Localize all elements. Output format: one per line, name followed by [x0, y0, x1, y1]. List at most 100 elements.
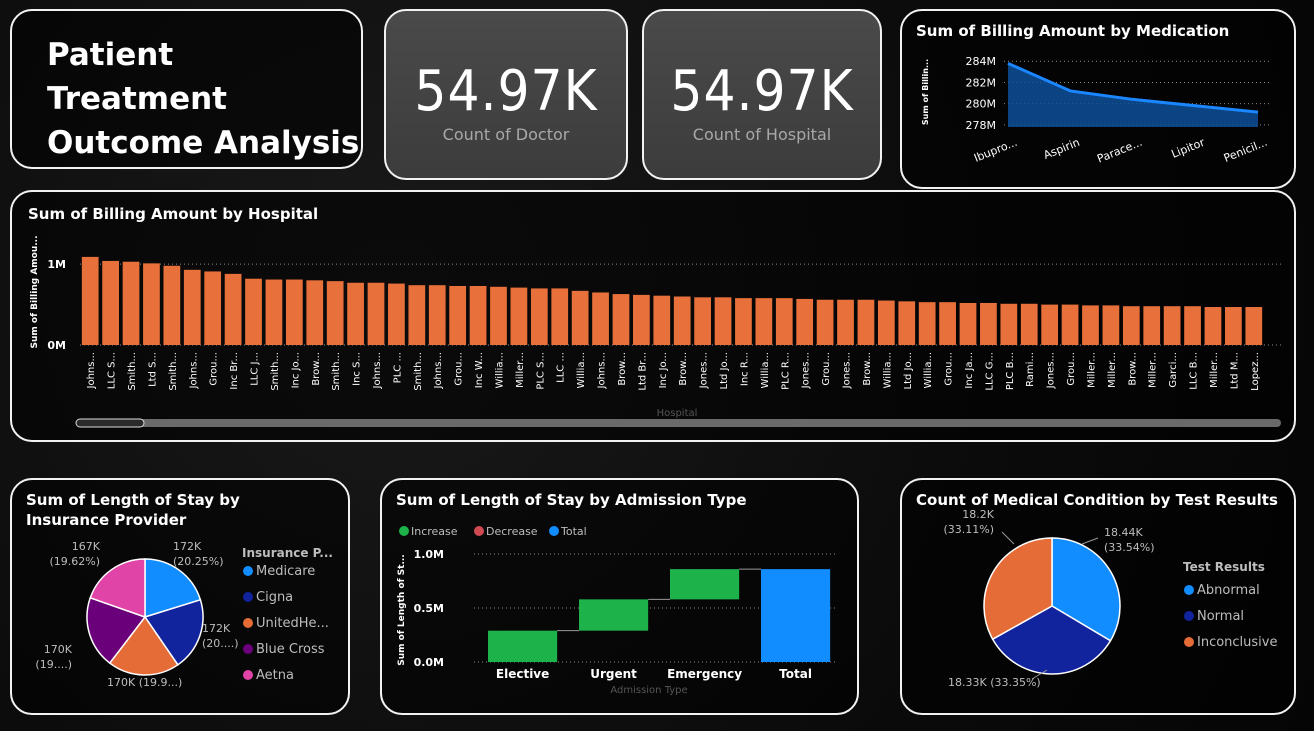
testresults-legend-label: Inconclusive	[1197, 635, 1278, 650]
hospital-xtick-label: LLC S...	[107, 352, 118, 389]
testresults-chart-card[interactable]: Count of Medical Condition by Test Resul…	[900, 478, 1296, 715]
hospital-scrollbar-track	[76, 419, 1281, 427]
hospital-bar	[694, 297, 711, 345]
admission-xlabel: Admission Type	[610, 685, 687, 696]
hospital-xtick-label: Johns...	[188, 352, 199, 390]
hospital-xtick-label: Grou...	[209, 352, 220, 386]
kpi-value-doctor: 54.97K	[414, 59, 598, 124]
hospital-bar	[1061, 304, 1079, 345]
testresults-leader	[1001, 531, 1015, 545]
admission-legend-label: Decrease	[486, 525, 538, 538]
hospital-xtick-label: Ltd Br...	[637, 352, 648, 391]
kpi-label-doctor: Count of Doctor	[442, 125, 570, 144]
testresults-data-label-pct: (33.11%)	[943, 523, 994, 536]
hospital-xtick-label: Brow...	[1127, 352, 1138, 386]
medication-ylabel: Sum of Billin...	[921, 59, 930, 125]
admission-legend-label: Increase	[411, 525, 458, 538]
medication-xtick-label: Parace...	[1095, 136, 1144, 166]
insurance-data-label: 172K	[173, 540, 202, 553]
admission-ylabel: Sum of Length of St...	[397, 554, 407, 665]
hospital-bar	[857, 299, 875, 345]
hospital-bar	[612, 294, 630, 345]
hospital-xtick-label: Willia...	[494, 352, 505, 388]
hospital-bar	[877, 300, 895, 345]
insurance-chart-card[interactable]: Sum of Length of Stay by Insurance Provi…	[10, 478, 350, 715]
hospital-ytick-label: 1M	[47, 258, 66, 271]
hospital-xtick-label: Ltd M...	[1229, 352, 1240, 389]
hospital-bar	[306, 280, 324, 345]
testresults-legend-title: Test Results	[1183, 560, 1265, 574]
hospital-xtick-label: Smith...	[270, 352, 281, 391]
insurance-pie-chart[interactable]: 172K (20.25%) 172K (20....) 170K (19.9...) 17…	[12, 480, 348, 713]
admission-chart-card[interactable]: Sum of Length of Stay by Admission Type …	[380, 478, 859, 715]
hospital-xtick-label: Smith...	[127, 352, 138, 391]
admission-bar	[670, 569, 740, 600]
testresults-pie-chart[interactable]: 18.44K (33.54%) 18.33K (33.35%) 18.2K (33.11…	[902, 480, 1294, 713]
hospital-bar	[367, 282, 385, 345]
medication-chart[interactable]: 278M 280M 282M 284M Sum of Billin... Ibupro..…	[902, 11, 1294, 187]
hospital-xtick-label: PLC B...	[1005, 352, 1016, 390]
hospital-bar	[592, 292, 609, 345]
insurance-data-label: 170K (19.9...)	[107, 676, 182, 689]
hospital-xtick-label: Inc Jo...	[290, 352, 301, 388]
testresults-data-label-pct: (33.54%)	[1104, 541, 1155, 554]
hospital-bar	[1184, 306, 1201, 345]
title-line-2: Outcome Analysis	[47, 125, 360, 161]
admission-xtick-label: Total	[779, 667, 812, 681]
hospital-ytick-label: 0M	[47, 339, 66, 352]
admission-xtick-label: Emergency	[667, 667, 742, 681]
testresults-legend-label: Abnormal	[1197, 583, 1260, 598]
hospital-chart[interactable]: 0M 1M Sum of Billing Amou... Johns... LLC S.…	[12, 192, 1294, 440]
medication-ytick-label: 282M	[966, 76, 997, 89]
hospital-xtick-label: Grou...	[821, 352, 832, 386]
hospital-bar	[939, 302, 956, 345]
hospital-bar	[796, 298, 814, 345]
insurance-legend-marker	[243, 644, 253, 654]
hospital-xtick-label: Inc W...	[474, 352, 485, 388]
kpi-card-doctor[interactable]: 54.97K Count of Doctor	[384, 9, 628, 180]
insurance-data-label: 172K	[202, 622, 231, 635]
hospital-bar	[673, 296, 691, 345]
hospital-bar	[735, 298, 752, 345]
medication-ytick-label: 278M	[966, 119, 997, 132]
hospital-xtick-label: Miller...	[1107, 352, 1118, 388]
hospital-xtick-label: LLC G...	[984, 352, 995, 391]
admission-bar	[488, 630, 558, 662]
insurance-legend-marker	[243, 670, 253, 680]
admission-legend-marker	[399, 526, 409, 536]
admission-bar	[579, 599, 649, 631]
hospital-bar	[1020, 303, 1038, 345]
kpi-card-hospital[interactable]: 54.97K Count of Hospital	[642, 9, 882, 180]
testresults-leader	[1081, 537, 1099, 545]
admission-waterfall-chart[interactable]: 0.0M 0.5M 1.0M Sum of Length of St... Increa…	[382, 480, 857, 713]
hospital-xtick-label: Grou...	[1066, 352, 1077, 386]
testresults-data-label: 18.33K (33.35%)	[948, 676, 1041, 689]
admission-ytick-label: 0.5M	[414, 602, 444, 615]
hospital-xtick-label: Jones...	[699, 352, 710, 389]
title-line-1: Patient Treatment	[47, 37, 228, 117]
hospital-bar	[183, 269, 201, 345]
medication-area	[1008, 63, 1258, 127]
insurance-data-label-pct: (20.25%)	[173, 555, 224, 568]
hospital-xtick-label: Miller...	[1209, 352, 1220, 388]
hospital-xtick-label: Miller...	[515, 352, 526, 388]
hospital-bar	[1143, 306, 1161, 345]
hospital-xtick-label: Brow...	[311, 352, 322, 386]
hospital-bar	[1122, 306, 1140, 345]
insurance-legend-marker	[243, 618, 253, 628]
hospital-bar	[347, 282, 364, 345]
admission-legend-label: Total	[560, 525, 587, 538]
hospital-chart-card[interactable]: Sum of Billing Amount by Hospital 0M 1M Su…	[10, 190, 1296, 442]
medication-chart-card[interactable]: Sum of Billing Amount by Medication 278M…	[900, 9, 1296, 189]
insurance-data-label: 167K	[72, 540, 101, 553]
admission-xtick-label: Urgent	[590, 667, 637, 681]
hospital-bar	[469, 285, 487, 345]
hospital-bar	[449, 285, 467, 345]
medication-xtick-label: Penicil...	[1222, 136, 1269, 165]
testresults-legend-marker	[1184, 611, 1194, 621]
hospital-xtick-label: Johns...	[372, 352, 383, 390]
insurance-legend-label: Cigna	[256, 590, 293, 605]
testresults-data-label: 18.2K	[962, 508, 994, 521]
hospital-xtick-label: Johns...	[433, 352, 444, 390]
insurance-data-label-pct: (20....)	[202, 637, 239, 650]
